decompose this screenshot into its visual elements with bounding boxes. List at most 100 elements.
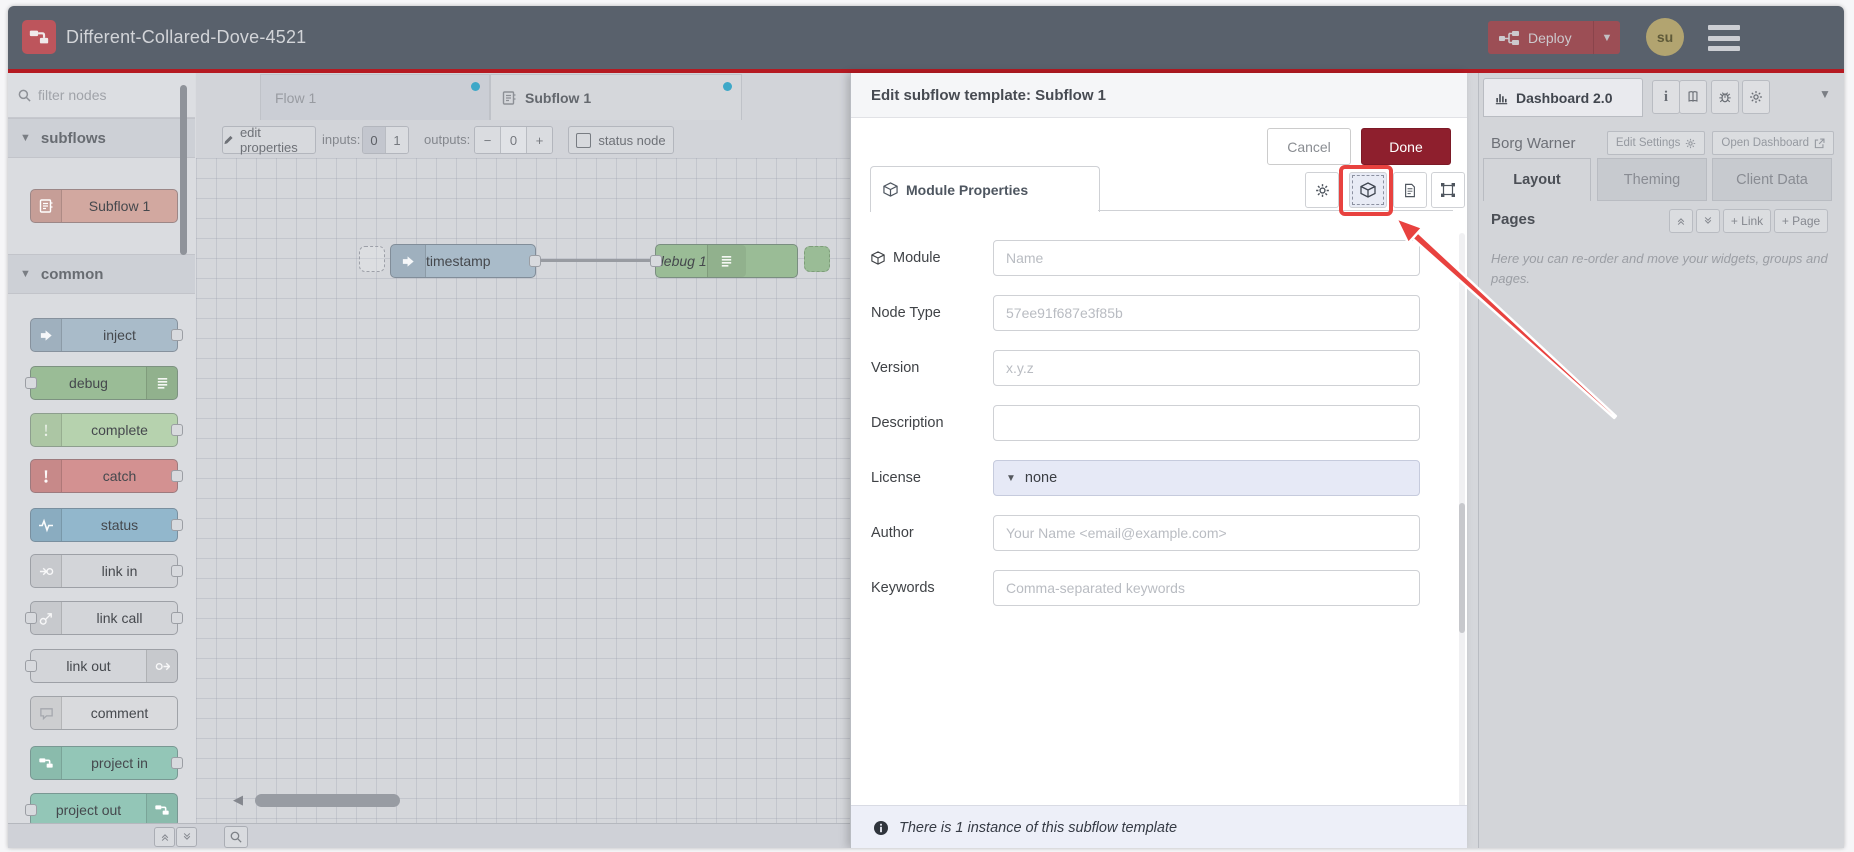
canvas-scroll-left-icon[interactable]: ◀ xyxy=(233,793,243,806)
wire-timestamp-to-debug[interactable] xyxy=(539,259,657,262)
palette-node-project-in[interactable]: project in xyxy=(30,746,183,780)
tab-client-data[interactable]: Client Data xyxy=(1712,158,1832,201)
palette-node-link-call[interactable]: link call xyxy=(25,601,183,635)
tab-module-properties[interactable]: Module Properties xyxy=(870,166,1100,212)
palette-node-inject[interactable]: inject xyxy=(30,318,183,352)
subflow-properties-tab-button[interactable] xyxy=(1305,172,1339,208)
tab-flow-1[interactable]: Flow 1 xyxy=(260,74,490,120)
inputs-option-1[interactable]: 1 xyxy=(385,127,408,153)
node-output-port[interactable] xyxy=(171,470,183,482)
add-page-button[interactable]: + Page xyxy=(1774,209,1828,233)
palette-node-project-out[interactable]: project out xyxy=(25,793,178,827)
palette-collapse-up-button[interactable] xyxy=(154,827,175,847)
unsaved-changes-dot xyxy=(723,82,732,91)
project-in-icon xyxy=(31,747,62,779)
description-label: Description xyxy=(871,415,944,431)
sidebar-help-tab-button[interactable] xyxy=(1679,80,1707,114)
description-row: Description xyxy=(851,405,1467,441)
author-input[interactable] xyxy=(993,515,1420,551)
open-dashboard-button[interactable]: Open Dashboard xyxy=(1712,131,1834,155)
node-input-port[interactable] xyxy=(25,612,37,624)
subflow-input-stub[interactable] xyxy=(359,246,385,272)
chevron-double-down-icon xyxy=(1704,217,1712,224)
right-sidebar: Dashboard 2.0 i ▼ Borg Warner Edit Setti… xyxy=(1478,73,1844,848)
move-up-button[interactable] xyxy=(1669,209,1693,233)
deploy-button[interactable]: Deploy ▼ xyxy=(1488,21,1620,54)
status-pulse-icon xyxy=(31,509,62,541)
version-input[interactable] xyxy=(993,350,1420,386)
dialog-scrollbar[interactable] xyxy=(1459,233,1465,848)
inputs-option-0[interactable]: 0 xyxy=(363,127,385,153)
node-output-port[interactable] xyxy=(171,424,183,436)
done-button[interactable]: Done xyxy=(1361,128,1451,165)
canvas-horizontal-scrollbar[interactable] xyxy=(255,794,400,807)
palette-category-common[interactable]: ▼ common xyxy=(8,254,195,294)
tab-subflow-1[interactable]: Subflow 1 xyxy=(490,74,742,120)
palette-category-subflows[interactable]: ▼ subflows xyxy=(8,118,195,158)
module-properties-tab-button[interactable] xyxy=(1349,172,1387,208)
debug-icon xyxy=(146,367,177,399)
palette-node-debug[interactable]: debug xyxy=(25,366,178,400)
module-input[interactable] xyxy=(993,240,1420,276)
add-link-button[interactable]: + Link xyxy=(1723,209,1771,233)
canvas-node-timestamp[interactable]: timestamp xyxy=(390,244,541,278)
keywords-input[interactable] xyxy=(993,570,1420,606)
palette-node-comment[interactable]: comment xyxy=(30,696,178,730)
license-select[interactable]: ▼ none xyxy=(993,460,1420,496)
debug-enable-stub[interactable] xyxy=(804,246,830,272)
tab-dashboard-2[interactable]: Dashboard 2.0 xyxy=(1483,78,1643,117)
appearance-tab-button[interactable] xyxy=(1431,172,1465,208)
description-input[interactable] xyxy=(993,405,1420,441)
node-input-port[interactable] xyxy=(25,660,37,672)
chevron-down-icon: ▼ xyxy=(20,132,31,144)
palette-node-link-out[interactable]: link out xyxy=(25,649,178,683)
node-input-port[interactable] xyxy=(650,255,662,267)
palette-node-complete[interactable]: complete xyxy=(30,413,183,447)
tab-theming[interactable]: Theming xyxy=(1597,158,1707,201)
node-output-port[interactable] xyxy=(171,612,183,624)
status-node-toggle[interactable]: status node xyxy=(568,126,674,154)
deploy-caret-icon[interactable]: ▼ xyxy=(1594,32,1620,44)
node-output-port[interactable] xyxy=(171,329,183,341)
outputs-stepper[interactable]: − 0 + xyxy=(474,126,553,154)
palette-node-catch[interactable]: catch xyxy=(30,459,183,493)
canvas-node-debug-1[interactable]: debug 1 xyxy=(650,244,798,278)
outputs-minus-button[interactable]: − xyxy=(475,127,500,153)
main-menu-button[interactable] xyxy=(1708,25,1740,51)
flow-canvas[interactable]: timestamp debug 1 ◀ xyxy=(196,158,850,823)
palette-node-link-in[interactable]: link in xyxy=(30,554,183,588)
palette-filter[interactable]: filter nodes xyxy=(8,73,195,118)
palette-node-status[interactable]: status xyxy=(30,508,183,542)
palette-collapse-down-button[interactable] xyxy=(176,827,197,847)
info-icon: i xyxy=(1663,88,1669,105)
node-output-port[interactable] xyxy=(529,255,541,267)
gear-icon xyxy=(1686,138,1696,148)
sidebar-more-tabs-caret[interactable]: ▼ xyxy=(1819,87,1831,101)
tab-layout[interactable]: Layout xyxy=(1483,158,1591,201)
node-input-port[interactable] xyxy=(25,377,37,389)
palette-node-subflow-1[interactable]: Subflow 1 xyxy=(30,189,178,223)
move-down-button[interactable] xyxy=(1696,209,1720,233)
edit-properties-button[interactable]: edit properties xyxy=(222,125,316,155)
node-output-port[interactable] xyxy=(171,565,183,577)
cancel-button[interactable]: Cancel xyxy=(1267,128,1351,165)
edit-settings-button[interactable]: Edit Settings xyxy=(1606,131,1706,155)
description-tab-button[interactable] xyxy=(1393,172,1427,208)
module-row: Module xyxy=(851,240,1467,276)
canvas-zoom-search-button[interactable] xyxy=(224,826,248,848)
info-circle-icon xyxy=(874,820,888,835)
node-input-port[interactable] xyxy=(25,804,37,816)
node-output-port[interactable] xyxy=(171,757,183,769)
instance-count-note: There is 1 instance of this subflow temp… xyxy=(899,819,1178,836)
sidebar-config-tab-button[interactable] xyxy=(1742,80,1770,114)
sidebar-debug-tab-button[interactable] xyxy=(1711,80,1739,114)
palette-filter-placeholder: filter nodes xyxy=(38,87,107,103)
node-type-label: Node Type xyxy=(871,305,941,321)
node-output-port[interactable] xyxy=(171,519,183,531)
outputs-plus-button[interactable]: + xyxy=(526,127,552,153)
user-avatar[interactable]: su xyxy=(1646,18,1684,56)
node-type-input[interactable] xyxy=(993,295,1420,331)
sidebar-info-tab-button[interactable]: i xyxy=(1652,80,1680,114)
palette-scrollbar[interactable] xyxy=(180,85,187,255)
inputs-toggle[interactable]: 0 1 xyxy=(362,126,409,154)
